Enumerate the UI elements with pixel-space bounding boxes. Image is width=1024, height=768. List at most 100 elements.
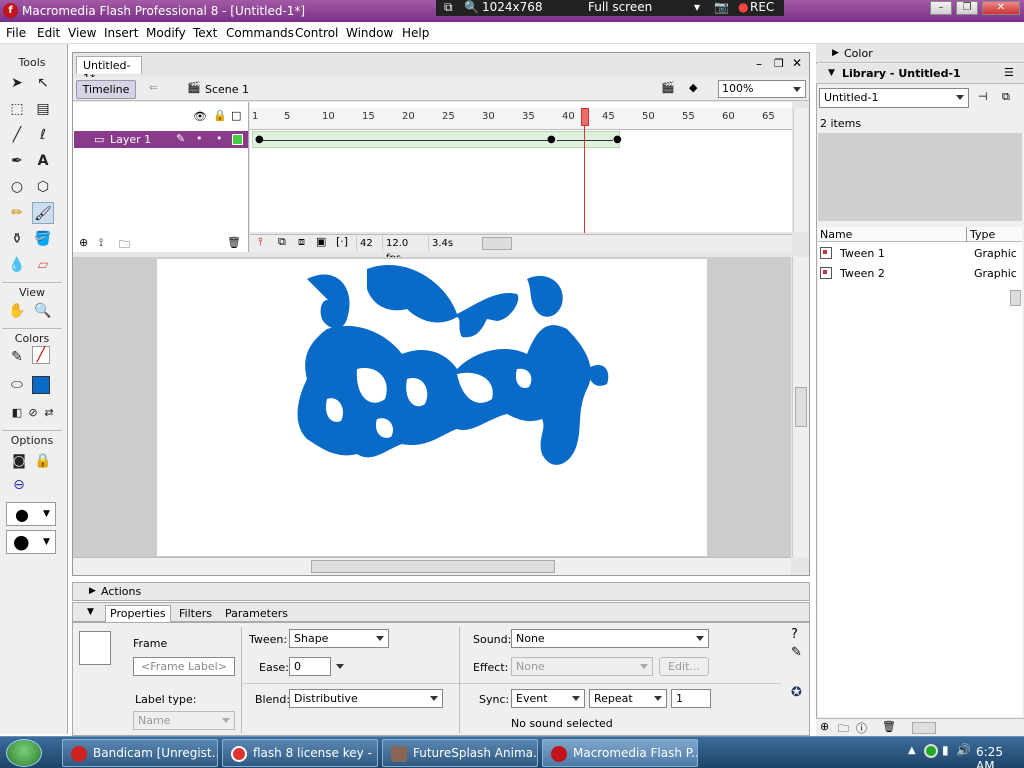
actions-panel-header[interactable]: ▶ Actions: [72, 582, 810, 601]
minimize-button[interactable]: –: [930, 1, 952, 15]
lasso-tool-icon[interactable]: ℓ: [32, 124, 54, 146]
pencil-tool-icon[interactable]: ✏: [6, 202, 28, 224]
delete-icon[interactable]: 🗑: [882, 720, 896, 733]
library-hscroll-thumb[interactable]: [912, 722, 936, 734]
column-type[interactable]: Type: [970, 228, 995, 241]
menu-icon[interactable]: ☰: [1004, 66, 1014, 79]
ease-input[interactable]: 0: [289, 657, 344, 676]
brush-tool-icon[interactable]: 🖌: [32, 202, 54, 224]
sync-select[interactable]: Event: [511, 689, 585, 708]
zoom-select[interactable]: 100%: [718, 80, 806, 98]
hscroll-thumb[interactable]: [311, 560, 555, 573]
onion-outline-icon[interactable]: ⧈: [298, 235, 305, 249]
edit-icon[interactable]: ✎: [791, 645, 802, 660]
scene-label[interactable]: Scene 1: [205, 83, 249, 96]
menu-modify[interactable]: Modify: [146, 26, 186, 40]
swap-colors-icon[interactable]: ⇄: [38, 402, 60, 424]
color-panel-header[interactable]: ▶ Color: [816, 44, 1024, 63]
menu-view[interactable]: View: [68, 26, 96, 40]
eye-icon[interactable]: 👁: [193, 110, 207, 123]
properties-icon[interactable]: ⓘ: [856, 720, 867, 736]
stroke-color-swatch[interactable]: ╱: [32, 346, 50, 364]
start-button[interactable]: [6, 739, 42, 767]
close-button[interactable]: ✕: [982, 1, 1020, 15]
paint-bucket-icon[interactable]: 🪣: [32, 228, 54, 250]
doc-close-icon[interactable]: ✕: [792, 56, 802, 70]
menu-insert[interactable]: Insert: [104, 26, 138, 40]
timeline-vscroll[interactable]: [793, 108, 808, 232]
polystar-tool-icon[interactable]: ⬡: [32, 176, 54, 198]
recorder-rec[interactable]: REC: [750, 0, 774, 14]
column-name[interactable]: Name: [820, 228, 852, 241]
tab-filters[interactable]: Filters: [179, 607, 212, 620]
camera-icon[interactable]: 📷: [714, 0, 729, 14]
menu-commands[interactable]: Commands: [226, 26, 294, 40]
outline-swatch[interactable]: [232, 134, 243, 145]
layer-row[interactable]: ▭ Layer 1 ✎ • •: [74, 131, 248, 148]
menu-control[interactable]: Control: [295, 26, 338, 40]
effect-select[interactable]: None: [511, 657, 653, 676]
new-symbol-icon[interactable]: ⊕: [820, 720, 829, 733]
doc-restore-icon[interactable]: ❐: [774, 57, 784, 70]
task-bandicam[interactable]: Bandicam [Unregist...: [62, 739, 218, 767]
task-flash[interactable]: Macromedia Flash P...: [542, 739, 698, 767]
edit-symbol-icon[interactable]: ◆: [689, 81, 697, 94]
add-guide-icon[interactable]: ⟟: [99, 236, 103, 250]
menu-edit[interactable]: Edit: [37, 26, 60, 40]
keyframe-dot[interactable]: ●: [613, 134, 622, 145]
zoom-tool-icon[interactable]: 🔍: [32, 300, 54, 322]
volume-icon[interactable]: 🔊: [956, 743, 971, 757]
tab-parameters[interactable]: Parameters: [225, 607, 288, 620]
task-browser[interactable]: flash 8 license key - ...: [222, 739, 378, 767]
brush-size-select[interactable]: ● ▼: [6, 502, 56, 526]
brush-mode-icon[interactable]: ◙: [8, 450, 30, 472]
menu-text[interactable]: Text: [193, 26, 217, 40]
add-layer-icon[interactable]: ⊕: [79, 236, 88, 249]
eyedropper-icon[interactable]: 💧: [6, 254, 28, 276]
playhead[interactable]: [581, 108, 589, 126]
search-icon[interactable]: 🔍: [464, 0, 479, 14]
back-arrow-icon[interactable]: ⇐: [149, 81, 158, 94]
brush-shape-select[interactable]: ● ▼: [6, 530, 56, 554]
tab-properties[interactable]: Properties: [105, 605, 171, 622]
pen-tool-icon[interactable]: ✒: [6, 150, 28, 172]
outline-icon[interactable]: □: [231, 109, 241, 122]
help-icon[interactable]: ?: [791, 627, 798, 642]
screen-icon[interactable]: ⧉: [444, 0, 453, 15]
stage-hscroll[interactable]: [73, 557, 791, 575]
frame-ruler[interactable]: 1 5 10 15 20 25 30 35 40 45 50 55 60 65: [250, 108, 792, 130]
free-transform-icon[interactable]: ⬚: [6, 98, 28, 120]
pin-library-icon[interactable]: ⊣: [978, 90, 988, 103]
eraser-icon[interactable]: ▱: [32, 254, 54, 276]
tray-expand-icon[interactable]: ▲: [908, 745, 916, 756]
doc-minimize-icon[interactable]: –: [756, 57, 762, 71]
center-frame-icon[interactable]: ⫯: [258, 235, 263, 249]
text-tool-icon[interactable]: A: [32, 150, 54, 172]
gradient-transform-icon[interactable]: ▤: [32, 98, 54, 120]
chevron-down-icon[interactable]: ▼: [87, 607, 94, 617]
fill-color-icon[interactable]: ⬭: [6, 374, 28, 396]
ink-bottle-icon[interactable]: ⚱: [6, 228, 28, 250]
shape-tween-span[interactable]: ● ● ●: [252, 131, 622, 148]
label-type-select[interactable]: Name: [133, 711, 235, 730]
recorder-resolution[interactable]: 1024x768: [482, 0, 543, 14]
maximize-button[interactable]: ❐: [956, 1, 978, 15]
menu-file[interactable]: File: [6, 26, 26, 40]
list-item[interactable]: Tween 1 Graphic: [818, 244, 1018, 262]
edit-multiple-icon[interactable]: ▣: [316, 235, 326, 248]
stroke-color-icon[interactable]: ✎: [6, 346, 28, 368]
lock-icon[interactable]: 🔒: [213, 109, 227, 122]
vscroll-thumb[interactable]: [795, 387, 807, 427]
add-folder-icon[interactable]: 🗀: [119, 236, 130, 255]
library-document-select[interactable]: Untitled-1: [819, 88, 969, 108]
line-tool-icon[interactable]: ╱: [6, 124, 28, 146]
onion-markers-icon[interactable]: [·]: [336, 235, 348, 248]
edit-scene-icon[interactable]: 🎬: [661, 81, 675, 94]
brush-options-icon[interactable]: ⊖: [8, 474, 30, 496]
oval-tool-icon[interactable]: ○: [6, 176, 28, 198]
timeline-button[interactable]: Timeline: [76, 80, 136, 99]
tray-app-icon[interactable]: [924, 744, 938, 758]
network-icon[interactable]: ▮: [942, 743, 949, 757]
sound-select[interactable]: None: [511, 629, 709, 648]
subselection-tool-icon[interactable]: ↖: [32, 72, 54, 94]
